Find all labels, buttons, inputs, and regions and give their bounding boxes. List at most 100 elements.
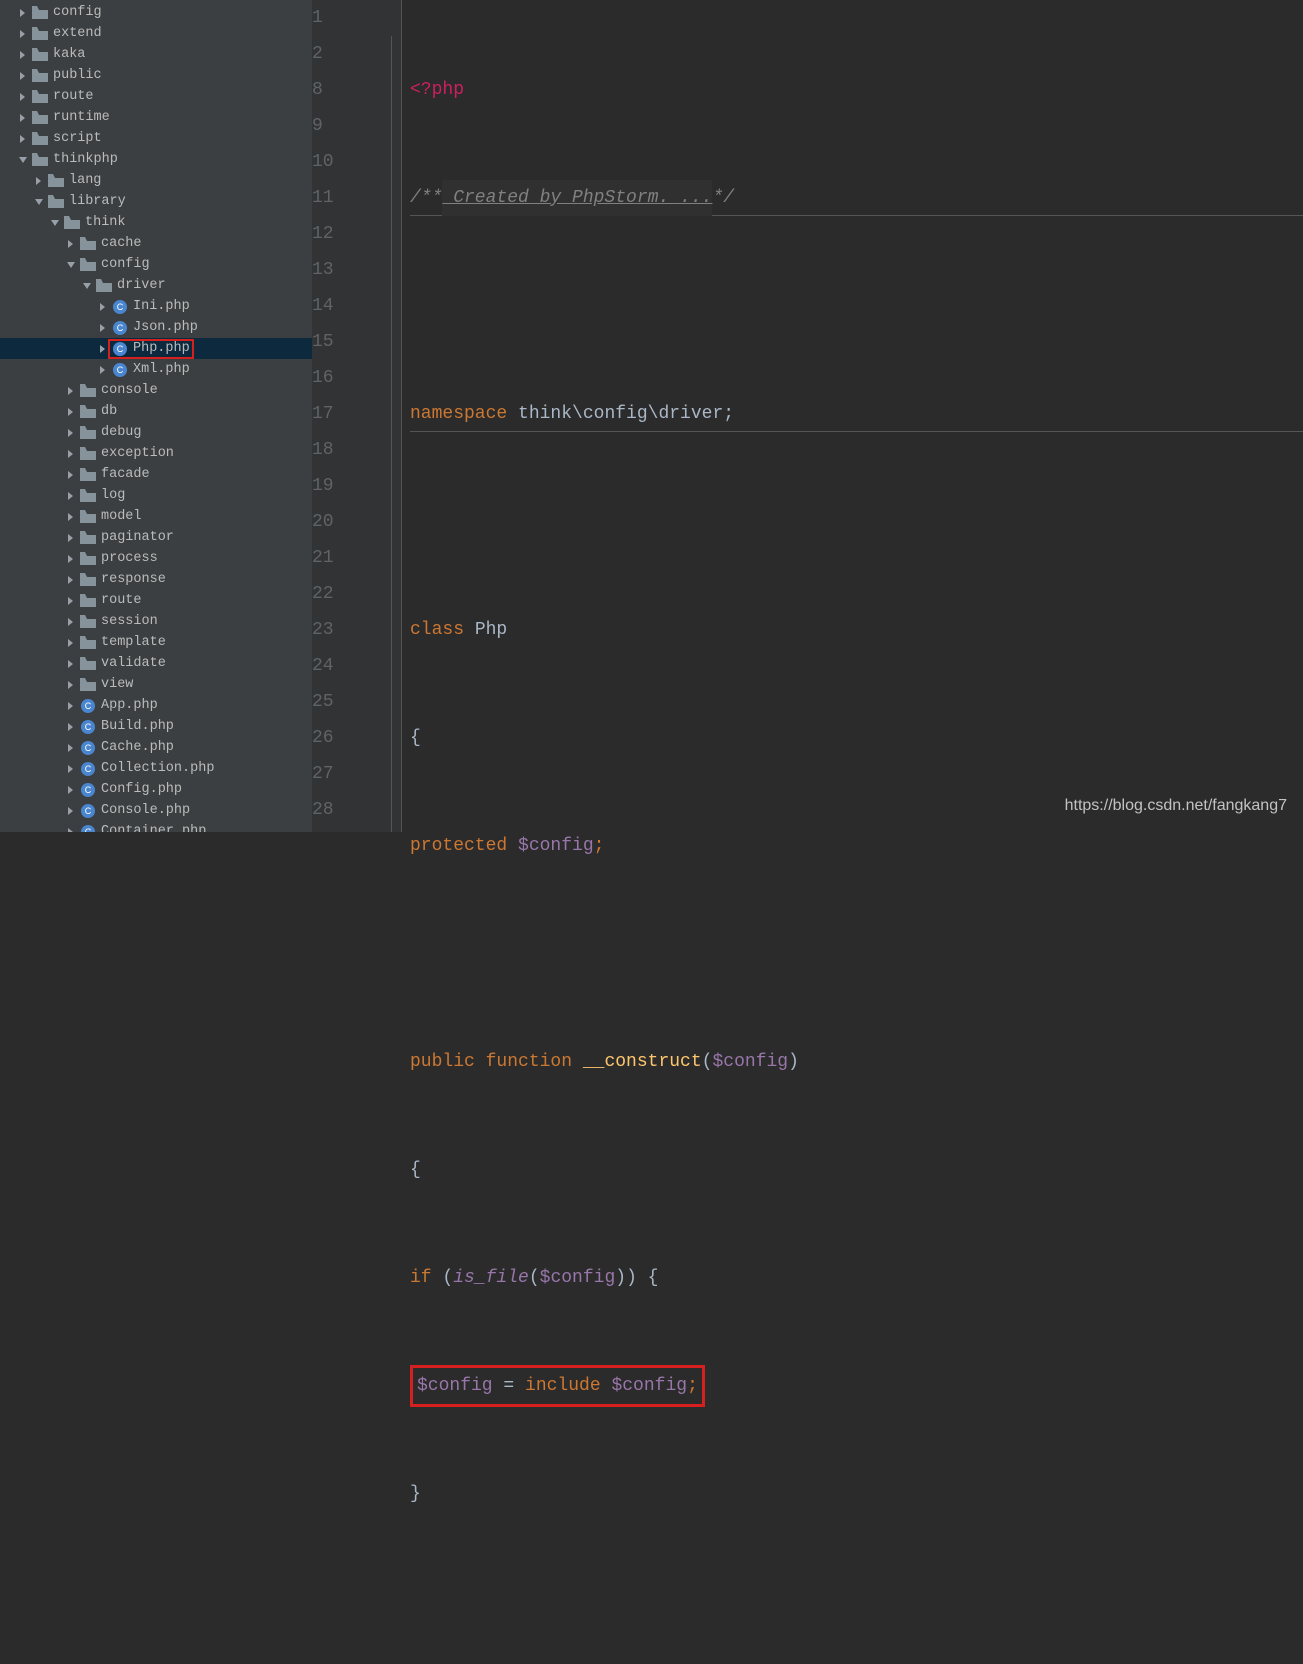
chevron-down-icon[interactable] <box>66 260 76 270</box>
tree-item-script[interactable]: script <box>0 128 312 149</box>
chevron-down-icon[interactable] <box>18 155 28 165</box>
tree-item-label: session <box>101 614 158 629</box>
code-area[interactable]: <?php /** Created by PhpStorm. ...*/ nam… <box>402 0 1303 832</box>
chevron-right-icon[interactable] <box>66 512 76 522</box>
chevron-right-icon[interactable] <box>98 344 108 354</box>
chevron-right-icon[interactable] <box>18 71 28 81</box>
code-editor[interactable]: 1289101112131415161718192021222324252627… <box>312 0 1303 832</box>
tree-item-ini-php[interactable]: CIni.php <box>0 296 312 317</box>
chevron-right-icon[interactable] <box>66 659 76 669</box>
tree-item-app-php[interactable]: CApp.php <box>0 695 312 716</box>
chevron-right-icon[interactable] <box>66 533 76 543</box>
chevron-right-icon[interactable] <box>18 8 28 18</box>
chevron-right-icon[interactable] <box>66 785 76 795</box>
tree-item-container-php[interactable]: CContainer.php <box>0 821 312 832</box>
chevron-right-icon[interactable] <box>66 806 76 816</box>
tree-item-build-php[interactable]: CBuild.php <box>0 716 312 737</box>
tree-item-xml-php[interactable]: CXml.php <box>0 359 312 380</box>
chevron-right-icon[interactable] <box>34 176 44 186</box>
tree-item-json-php[interactable]: CJson.php <box>0 317 312 338</box>
chevron-right-icon[interactable] <box>66 638 76 648</box>
tree-item-cache[interactable]: cache <box>0 233 312 254</box>
doc-comment: /** <box>410 180 442 216</box>
chevron-down-icon[interactable] <box>34 197 44 207</box>
tree-item-php-php[interactable]: CPhp.php <box>0 338 312 359</box>
chevron-right-icon[interactable] <box>66 491 76 501</box>
tree-item-view[interactable]: view <box>0 674 312 695</box>
chevron-right-icon[interactable] <box>18 29 28 39</box>
chevron-right-icon[interactable] <box>66 554 76 564</box>
tree-item-kaka[interactable]: kaka <box>0 44 312 65</box>
tree-item-route[interactable]: route <box>0 86 312 107</box>
chevron-right-icon[interactable] <box>66 596 76 606</box>
fold-gutter[interactable] <box>382 0 402 832</box>
tree-item-db[interactable]: db <box>0 401 312 422</box>
project-tree[interactable]: configextendkakapublicrouteruntimescript… <box>0 0 312 832</box>
chevron-right-icon[interactable] <box>98 302 108 312</box>
tree-item-think[interactable]: think <box>0 212 312 233</box>
tree-item-config-php[interactable]: CConfig.php <box>0 779 312 800</box>
chevron-right-icon[interactable] <box>66 764 76 774</box>
chevron-right-icon[interactable] <box>98 365 108 375</box>
tree-item-public[interactable]: public <box>0 65 312 86</box>
tree-item-session[interactable]: session <box>0 611 312 632</box>
tree-item-config[interactable]: config <box>0 254 312 275</box>
chevron-right-icon[interactable] <box>66 827 76 833</box>
tree-item-driver[interactable]: driver <box>0 275 312 296</box>
php-open-tag: <?php <box>410 72 464 108</box>
tree-item-validate[interactable]: validate <box>0 653 312 674</box>
chevron-right-icon[interactable] <box>66 407 76 417</box>
chevron-right-icon[interactable] <box>18 113 28 123</box>
chevron-right-icon[interactable] <box>66 470 76 480</box>
chevron-right-icon[interactable] <box>66 617 76 627</box>
line-number: 11 <box>312 180 364 216</box>
line-number: 2 <box>312 36 364 72</box>
chevron-right-icon[interactable] <box>66 701 76 711</box>
tree-item-facade[interactable]: facade <box>0 464 312 485</box>
chevron-right-icon[interactable] <box>18 134 28 144</box>
tree-item-process[interactable]: process <box>0 548 312 569</box>
svg-text:C: C <box>85 743 92 753</box>
tree-item-label: runtime <box>53 110 110 125</box>
tree-item-model[interactable]: model <box>0 506 312 527</box>
chevron-right-icon[interactable] <box>66 239 76 249</box>
folder-icon <box>32 89 48 105</box>
tree-item-debug[interactable]: debug <box>0 422 312 443</box>
chevron-right-icon[interactable] <box>66 449 76 459</box>
chevron-down-icon[interactable] <box>50 218 60 228</box>
php-file-icon: C <box>112 299 128 315</box>
chevron-right-icon[interactable] <box>66 743 76 753</box>
php-file-icon: C <box>112 320 128 336</box>
tree-item-lang[interactable]: lang <box>0 170 312 191</box>
tree-item-extend[interactable]: extend <box>0 23 312 44</box>
tree-item-label: response <box>101 572 166 587</box>
tree-item-paginator[interactable]: paginator <box>0 527 312 548</box>
chevron-right-icon[interactable] <box>66 680 76 690</box>
brace: { <box>410 720 421 756</box>
chevron-right-icon[interactable] <box>98 323 108 333</box>
tree-item-library[interactable]: library <box>0 191 312 212</box>
tree-item-route[interactable]: route <box>0 590 312 611</box>
tree-item-cache-php[interactable]: CCache.php <box>0 737 312 758</box>
chevron-right-icon[interactable] <box>66 428 76 438</box>
tree-item-runtime[interactable]: runtime <box>0 107 312 128</box>
param-config: $config <box>712 1044 788 1080</box>
folder-icon <box>80 509 96 525</box>
tree-item-response[interactable]: response <box>0 569 312 590</box>
chevron-right-icon[interactable] <box>18 50 28 60</box>
tree-item-config[interactable]: config <box>0 2 312 23</box>
tree-item-console[interactable]: console <box>0 380 312 401</box>
chevron-right-icon[interactable] <box>66 722 76 732</box>
line-number: 13 <box>312 252 364 288</box>
chevron-right-icon[interactable] <box>66 386 76 396</box>
tree-item-log[interactable]: log <box>0 485 312 506</box>
tree-item-console-php[interactable]: CConsole.php <box>0 800 312 821</box>
chevron-right-icon[interactable] <box>18 92 28 102</box>
chevron-right-icon[interactable] <box>66 575 76 585</box>
tree-item-template[interactable]: template <box>0 632 312 653</box>
chevron-down-icon[interactable] <box>82 281 92 291</box>
tree-item-thinkphp[interactable]: thinkphp <box>0 149 312 170</box>
line-number: 10 <box>312 144 364 180</box>
tree-item-exception[interactable]: exception <box>0 443 312 464</box>
tree-item-collection-php[interactable]: CCollection.php <box>0 758 312 779</box>
